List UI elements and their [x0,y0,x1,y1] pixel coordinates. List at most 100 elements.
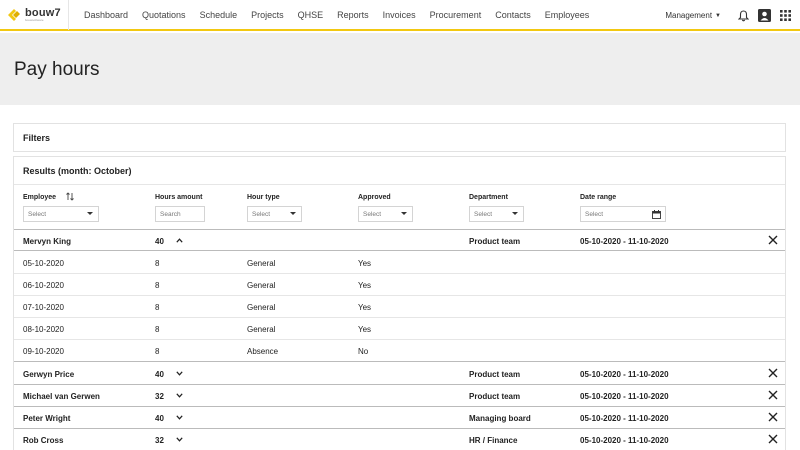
entry-type: Absence [247,347,279,356]
hours-total: 40 [155,370,164,379]
entry-date: 06-10-2020 [23,281,64,290]
entry-approved: Yes [358,303,372,312]
department-name: Managing board [469,414,531,423]
nav-item-projects[interactable]: Projects [251,10,284,20]
employee-group-row[interactable]: Mervyn King 40 Product team 05-10-2020 -… [14,229,785,251]
caret-down-icon: ▼ [715,12,721,19]
entry-hours: 8 [155,259,160,268]
entry-date: 07-10-2020 [23,303,64,312]
column-header-hour-type: Hour type [247,194,280,201]
hour-type-select[interactable]: Select [247,206,302,222]
nav-item-qhse[interactable]: QHSE [298,10,324,20]
nav-item-quotations[interactable]: Quotations [142,10,186,20]
nav-item-contacts[interactable]: Contacts [495,10,531,20]
entry-approved: No [358,347,369,356]
entry-hours: 8 [155,281,160,290]
approved-select-value: Select [363,210,382,218]
close-icon[interactable] [768,434,778,444]
entry-approved: Yes [358,325,372,334]
department-name: Product team [469,237,521,246]
hour-entry-row: 07-10-2020 8 General Yes [14,296,785,318]
close-icon[interactable] [768,390,778,400]
top-navigation-bar: bouw7 bouwsoftware Dashboard Quotations … [0,0,800,31]
nav-item-employees[interactable]: Employees [545,10,590,20]
brand-name: bouw7 [25,6,61,19]
calendar-icon [652,210,661,219]
nav-item-procurement[interactable]: Procurement [430,10,482,20]
date-range-value: 05-10-2020 - 11-10-2020 [580,237,669,246]
chevron-down-icon[interactable] [176,415,183,420]
hour-entry-row: 05-10-2020 8 General Yes [14,252,785,274]
brand-logo[interactable]: bouw7 bouwsoftware [7,0,69,30]
hours-search-input[interactable]: Search [155,206,205,222]
entry-date: 09-10-2020 [23,347,64,356]
filters-panel[interactable]: Filters [13,123,786,152]
department-select-value: Select [474,210,493,218]
entry-date: 08-10-2020 [23,325,64,334]
employee-select[interactable]: Select [23,206,99,222]
employee-group-row[interactable]: Peter Wright 40 Managing board 05-10-202… [14,407,785,429]
hours-search-placeholder: Search [160,210,181,218]
employee-group-row[interactable]: Michael van Gerwen 32 Product team 05-10… [14,385,785,407]
divider [14,184,785,185]
column-header-department: Department [469,194,508,201]
column-header-date-range: Date range [580,194,617,201]
date-range-picker-value: Select [585,210,604,218]
entry-date: 05-10-2020 [23,259,64,268]
column-header-employee: Employee [23,194,57,201]
apps-grid-icon[interactable] [778,9,792,23]
employee-group-row[interactable]: Gerwyn Price 40 Product team 05-10-2020 … [14,363,785,385]
hour-type-select-value: Select [252,210,271,218]
hour-entry-row: 06-10-2020 8 General Yes [14,274,785,296]
nav-item-invoices[interactable]: Invoices [383,10,416,20]
entry-type: General [247,259,276,268]
employee-name: Mervyn King [23,237,72,246]
main-nav: Dashboard Quotations Schedule Projects Q… [84,10,603,20]
sort-icon[interactable] [66,192,74,201]
close-icon[interactable] [768,235,778,245]
nav-item-schedule[interactable]: Schedule [200,10,238,20]
entry-type: General [247,303,276,312]
user-avatar-icon[interactable] [757,9,771,23]
employee-select-value: Select [28,210,47,218]
close-icon[interactable] [768,412,778,422]
hours-total: 40 [155,237,164,246]
chevron-down-icon[interactable] [176,393,183,398]
page-title: Pay hours [14,59,100,80]
employee-name: Rob Cross [23,436,64,445]
bouw7-logo-icon [8,8,20,21]
bell-icon[interactable] [736,9,750,23]
account-menu[interactable]: Management ▼ [665,11,721,20]
employee-name: Gerwyn Price [23,370,75,379]
nav-right-tools: Management ▼ [665,0,792,31]
nav-item-reports[interactable]: Reports [337,10,369,20]
hours-total: 32 [155,392,164,401]
hours-total: 40 [155,414,164,423]
chevron-down-icon[interactable] [176,437,183,442]
department-select[interactable]: Select [469,206,524,222]
date-range-value: 05-10-2020 - 11-10-2020 [580,392,669,401]
dropdown-caret-icon [290,212,296,215]
department-name: Product team [469,370,521,379]
nav-item-dashboard[interactable]: Dashboard [84,10,128,20]
dropdown-caret-icon [87,212,93,215]
column-header-hours-amount: Hours amount [155,194,203,201]
entry-hours: 8 [155,303,160,312]
close-icon[interactable] [768,368,778,378]
chevron-down-icon[interactable] [176,371,183,376]
date-range-value: 05-10-2020 - 11-10-2020 [580,370,669,379]
results-label: Results (month: October) [23,166,132,176]
column-header-approved: Approved [358,194,391,201]
chevron-up-icon[interactable] [176,238,183,243]
date-range-picker[interactable]: Select [580,206,666,222]
filters-label: Filters [23,133,51,143]
dropdown-caret-icon [512,212,518,215]
department-name: Product team [469,392,521,401]
hours-total: 32 [155,436,164,445]
approved-select[interactable]: Select [358,206,413,222]
employee-group-row[interactable]: Rob Cross 32 HR / Finance 05-10-2020 - 1… [14,429,785,450]
date-range-value: 05-10-2020 - 11-10-2020 [580,414,669,423]
page-header: Pay hours [0,33,800,105]
entry-type: General [247,325,276,334]
account-menu-label: Management [665,11,713,20]
